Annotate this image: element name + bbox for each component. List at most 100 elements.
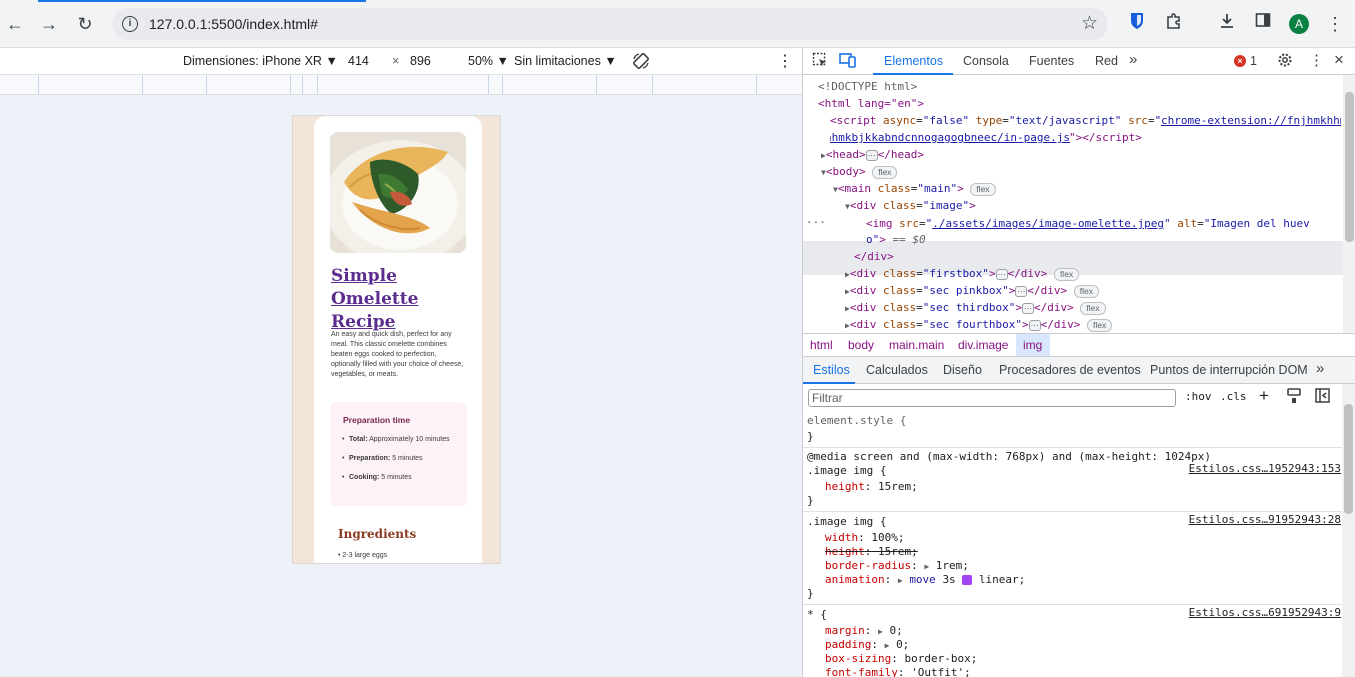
dom-html-open[interactable]: <html lang="en"> <box>818 95 924 112</box>
hov-toggle[interactable]: :hov <box>1185 390 1212 403</box>
dropdown-caret-icon: ▼ <box>604 54 617 68</box>
rule1-height-decl[interactable]: height: 15rem; <box>825 478 918 495</box>
rule2-source-link[interactable]: Estilos.css…91952943:28 <box>1189 513 1341 526</box>
dom-img-node[interactable]: <img src="./assets/images/image-omelette… <box>866 215 1310 232</box>
address-bar[interactable]: i 127.0.0.1:5500/index.html# ☆ <box>112 8 1108 40</box>
recipe-title[interactable]: Simple Omelette Recipe <box>331 265 471 334</box>
dom-script-close[interactable]: "></script> <box>1069 129 1142 146</box>
dom-firstbox-node[interactable]: ▶<div class="firstbox"> ··· </div> flex <box>845 265 1080 282</box>
toggle-sidebar-icon[interactable] <box>1315 388 1330 406</box>
throttle-dropdown[interactable]: Sin limitaciones ▼ <box>514 54 617 68</box>
rule2-selector[interactable]: .image img { <box>807 513 886 530</box>
side-panel-icon[interactable] <box>1251 12 1275 36</box>
devtools-tab-bar: Elementos Consola Fuentes Red » × 1 ⋮ × <box>803 48 1355 75</box>
dropdown-caret-icon: ▼ <box>325 54 338 68</box>
device-height-input[interactable]: 896 <box>410 54 431 68</box>
browser-toolbar: ← → ↻ i 127.0.0.1:5500/index.html# ☆ A ⋮ <box>0 0 1355 48</box>
url-text[interactable]: 127.0.0.1:5500/index.html# <box>149 16 318 32</box>
list-item: Cooking: 5 minutes <box>342 473 463 482</box>
devtools-kebab-icon[interactable]: ⋮ <box>1309 51 1324 69</box>
rule1-source-link[interactable]: Estilos.css…1952943:153 <box>1189 462 1341 475</box>
rule3-source-link[interactable]: Estilos.css…691952943:9 <box>1189 606 1341 619</box>
download-icon[interactable] <box>1215 12 1239 36</box>
extensions-puzzle-icon[interactable] <box>1162 12 1186 36</box>
zoom-label: 50% <box>468 54 494 68</box>
dom-pinkbox-node[interactable]: ▶<div class="sec pinkbox"> ··· </div> flex <box>845 282 1100 299</box>
dom-div-image-node[interactable]: ▼<div class="image"> <box>845 197 976 214</box>
ingredient-item: • 2-3 large eggs <box>338 552 388 559</box>
dom-div-close[interactable]: </div> <box>854 248 894 265</box>
device-toggle-icon[interactable] <box>839 52 857 71</box>
dom-scrollbar-thumb[interactable] <box>1345 92 1354 242</box>
rule1-selector[interactable]: .image img { <box>807 462 886 479</box>
devtools-panel: Elementos Consola Fuentes Red » × 1 ⋮ × … <box>802 48 1355 677</box>
rotate-device-icon[interactable] <box>631 51 651 74</box>
dom-main-node[interactable]: ▼<main class="main"> flex <box>833 180 996 197</box>
tab-diseno[interactable]: Diseño <box>943 363 982 377</box>
list-item: Total: Approximately 10 minutes <box>342 435 463 444</box>
rule2-animation-decl[interactable]: animation: ▶ move 3s linear; <box>825 571 1025 588</box>
device-width-input[interactable]: 414 <box>348 54 369 68</box>
preparation-time-heading: Preparation time <box>343 415 411 425</box>
more-tabs-chevron-icon[interactable]: » <box>1129 51 1137 68</box>
dom-node-options-ellipsis[interactable]: ··· <box>806 214 826 231</box>
dom-script-src-link-2[interactable]: chrome-extension://fnjhmkhhmkbjkkabndcnn… <box>830 129 1070 146</box>
media-query-ruler[interactable] <box>0 75 802 95</box>
paint-brush-icon[interactable] <box>1287 388 1301 407</box>
more-style-tabs-chevron-icon[interactable]: » <box>1316 360 1324 377</box>
site-info-icon[interactable]: i <box>122 16 138 32</box>
error-count[interactable]: 1 <box>1250 54 1257 68</box>
bookmark-star-icon[interactable]: ☆ <box>1081 12 1098 35</box>
dom-head-node[interactable]: ▶<head> ··· </head> <box>821 146 924 163</box>
easing-swatch-icon[interactable] <box>962 575 973 585</box>
close-devtools-icon[interactable]: × <box>1334 50 1344 70</box>
bitwarden-extension-icon[interactable] <box>1125 12 1149 36</box>
breadcrumb-img[interactable]: img <box>1023 338 1042 352</box>
error-icon[interactable]: × <box>1234 55 1246 67</box>
forward-arrow-icon[interactable]: → <box>37 12 61 36</box>
tab-fuentes[interactable]: Fuentes <box>1029 54 1074 68</box>
back-arrow-icon[interactable]: ← <box>3 12 27 36</box>
rule3-font-family-decl[interactable]: font-family: 'Outfit'; <box>825 664 971 677</box>
dom-fourthbox-node[interactable]: ▶<div class="sec fourthbox"> ··· </div> fl… <box>845 316 1113 333</box>
breadcrumb-div-image[interactable]: div.image <box>958 338 1008 352</box>
tab-puntos-interrupcion[interactable]: Puntos de interrupción DOM <box>1150 363 1308 377</box>
device-toolbar: Dimensiones: iPhone XR ▼ 414 × 896 50% ▼… <box>0 48 802 75</box>
element-style-close: } <box>807 430 814 443</box>
breadcrumb-main[interactable]: main.main <box>889 338 944 352</box>
styles-scrollbar-thumb[interactable] <box>1344 404 1353 514</box>
dom-doctype[interactable]: <!DOCTYPE html> <box>818 78 917 95</box>
tab-procesadores-eventos[interactable]: Procesadores de eventos <box>999 363 1141 377</box>
inspect-element-icon[interactable] <box>812 52 828 71</box>
add-rule-plus-icon[interactable]: + <box>1259 386 1269 406</box>
element-style-selector[interactable]: element.style { <box>807 412 906 429</box>
tab-consola[interactable]: Consola <box>963 54 1009 68</box>
dom-img-node-cont[interactable]: o"> == $0 <box>866 231 926 248</box>
tab-red[interactable]: Red <box>1095 54 1118 68</box>
tab-estilos[interactable]: Estilos <box>813 363 850 377</box>
rule3-selector[interactable]: * { <box>807 606 827 623</box>
list-item: Preparation: 5 minutes <box>342 454 463 463</box>
breadcrumb: html body main.main div.image img <box>803 333 1355 357</box>
dom-script-node[interactable]: <script async="false" type="text/javascr… <box>830 112 1161 129</box>
browser-menu-kebab-icon[interactable]: ⋮ <box>1323 12 1347 36</box>
tab-calculados[interactable]: Calculados <box>866 363 928 377</box>
dom-body-node[interactable]: ▼<body> flex <box>821 163 898 180</box>
styles-pane: element.style { } @media screen and (max… <box>803 412 1343 677</box>
profile-avatar[interactable]: A <box>1289 14 1309 34</box>
rule2-close: } <box>807 587 814 600</box>
device-dimensions-dropdown[interactable]: Dimensiones: iPhone XR ▼ <box>183 54 338 68</box>
cls-toggle[interactable]: .cls <box>1220 390 1247 403</box>
dom-thirdbox-node[interactable]: ▶<div class="sec thirdbox"> ··· </div> fle… <box>845 299 1106 316</box>
breadcrumb-body[interactable]: body <box>848 338 874 352</box>
device-toolbar-kebab-icon[interactable]: ⋮ <box>777 51 793 71</box>
styles-filter-input[interactable]: Filtrar <box>808 389 1176 407</box>
tab-elementos[interactable]: Elementos <box>884 54 943 68</box>
zoom-dropdown[interactable]: 50% ▼ <box>468 54 509 68</box>
recipe-description: An easy and quick dish, perfect for any … <box>331 331 464 378</box>
settings-gear-icon[interactable] <box>1277 52 1293 71</box>
reload-icon[interactable]: ↻ <box>73 12 97 36</box>
dom-script-src-link-1[interactable]: chrome-extension://fnjhmkhhmkbjkkabndcnn… <box>1161 112 1341 129</box>
omelette-image <box>330 132 466 253</box>
breadcrumb-html[interactable]: html <box>810 338 833 352</box>
